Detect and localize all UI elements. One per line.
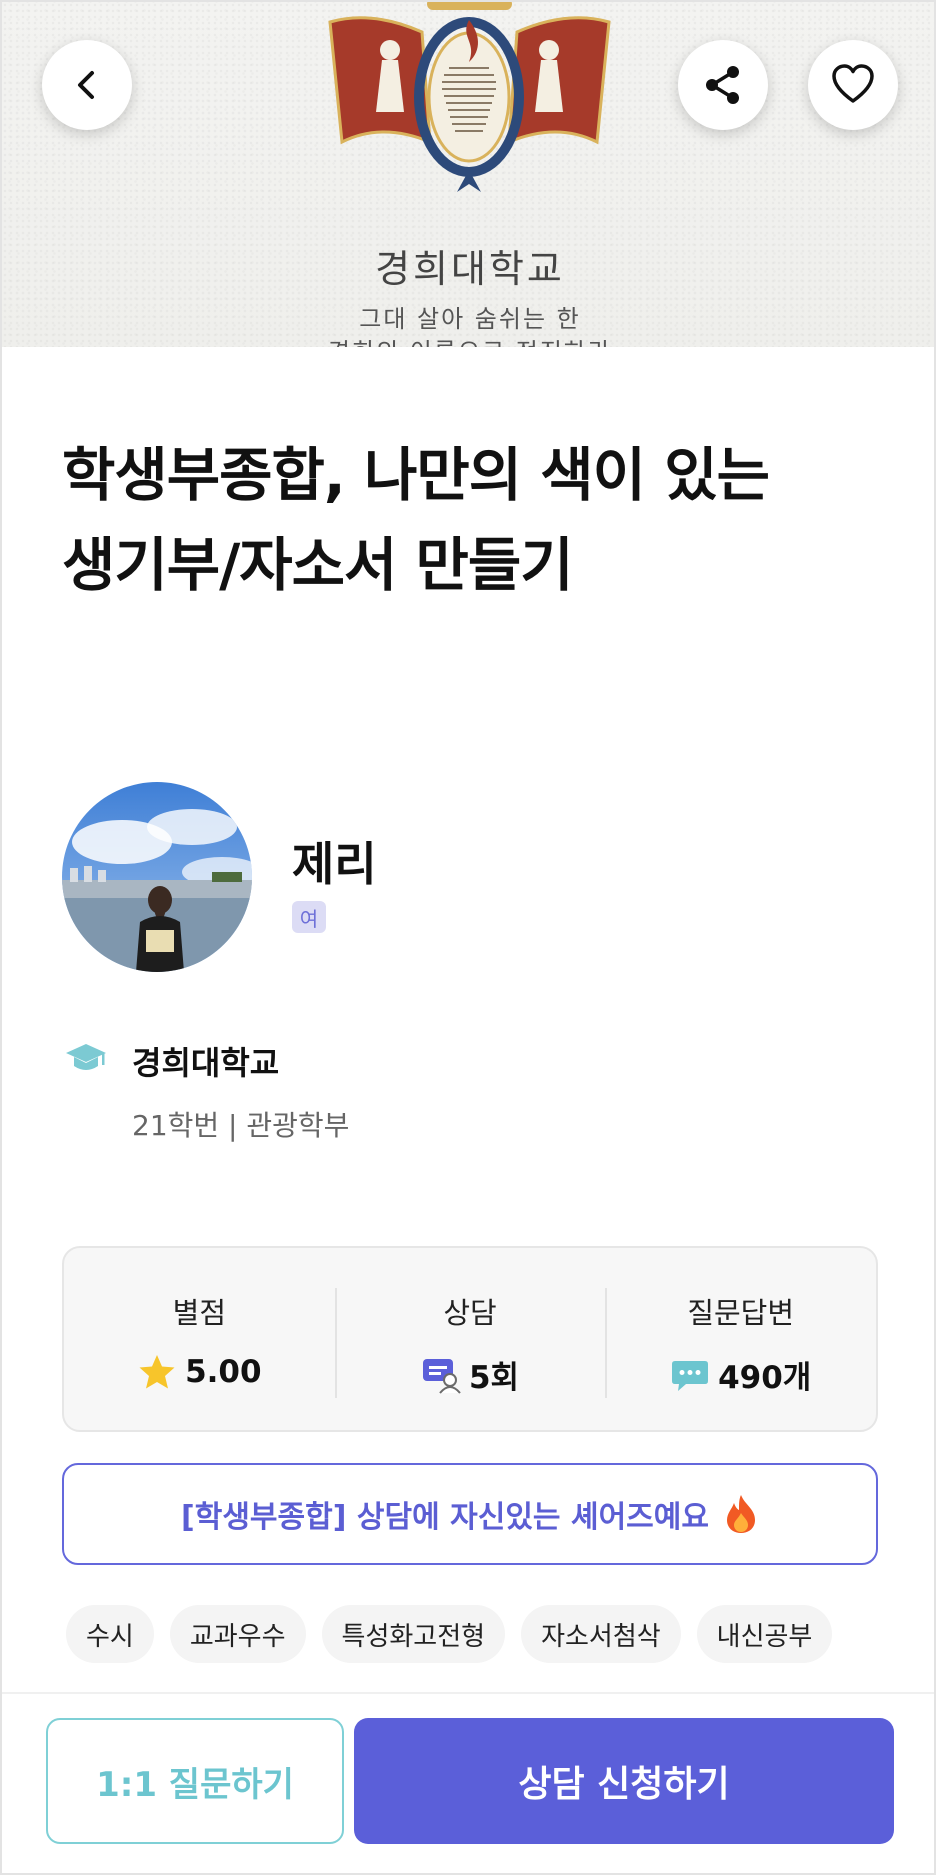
mentor-name: 제리 bbox=[292, 837, 377, 891]
tag-item[interactable]: 수시 bbox=[66, 1605, 154, 1663]
banner-university-title: 경희대학교 bbox=[375, 247, 565, 291]
tag-item[interactable]: 교과우수 bbox=[169, 1605, 306, 1663]
cover-image: 경희대학교 그대 살아 숨쉬는 한 경희의 이름으로 정진하라 bbox=[2, 2, 934, 347]
highlight-text: [학생부종합] 상담에 자신있는 셰어즈예요 bbox=[181, 1500, 709, 1535]
screen: 경희대학교 그대 살아 숨쉬는 한 경희의 이름으로 정진하라 학생부종합, 나… bbox=[0, 0, 936, 1875]
university-emblem bbox=[328, 2, 611, 192]
stat-consult: 상담 5회 bbox=[334, 1248, 606, 1430]
stat-rating-value: 5.00 bbox=[185, 1354, 262, 1390]
stats-panel: 별점 5.00 상담 5회 질문답변 490개 bbox=[62, 1246, 878, 1432]
back-button[interactable] bbox=[42, 40, 132, 130]
school-name: 경희대학교 bbox=[132, 1044, 280, 1082]
stat-rating-label: 별점 bbox=[172, 1296, 227, 1330]
bottom-action-bar: 1:1 질문하기 상담 신청하기 bbox=[2, 1692, 934, 1873]
avatar-photo bbox=[62, 782, 252, 972]
tag-item[interactable]: 내신공부 bbox=[696, 1605, 833, 1663]
stat-answers: 질문답변 490개 bbox=[605, 1248, 876, 1430]
fire-icon bbox=[726, 1495, 755, 1533]
mentor-avatar[interactable] bbox=[62, 782, 252, 972]
specialty-highlight: [학생부종합] 상담에 자신있는 셰어즈예요 bbox=[62, 1463, 878, 1565]
favorite-button[interactable] bbox=[808, 40, 898, 130]
tag-item[interactable]: 특성화고전형 bbox=[321, 1605, 506, 1663]
ask-question-button[interactable]: 1:1 질문하기 bbox=[46, 1718, 344, 1844]
banner-motto-line1: 그대 살아 숨쉬는 한 bbox=[359, 305, 581, 333]
title-line-2: 생기부/자소서 만들기 bbox=[62, 531, 574, 599]
share-icon bbox=[706, 66, 739, 104]
heart-outline-icon bbox=[832, 64, 874, 103]
school-detail: 21학번 | 관광학부 bbox=[132, 1109, 350, 1142]
stat-consult-label: 상담 bbox=[443, 1296, 497, 1330]
title-line-1: 학생부종합, 나만의 색이 있는 bbox=[62, 441, 770, 509]
consult-icon bbox=[422, 1358, 461, 1394]
graduation-cap-icon bbox=[66, 1044, 106, 1070]
stat-consult-value: 5회 bbox=[468, 1360, 520, 1396]
tag-list: 수시 교과우수 특성화고전형 자소서첨삭 내신공부 bbox=[66, 1605, 833, 1663]
gender-badge: 여 bbox=[292, 901, 326, 933]
apply-consult-button[interactable]: 상담 신청하기 bbox=[354, 1718, 894, 1844]
tag-item[interactable]: 자소서첨삭 bbox=[521, 1605, 681, 1663]
share-button[interactable] bbox=[678, 40, 768, 130]
chevron-left-icon bbox=[78, 71, 94, 99]
stat-answers-value: 490개 bbox=[718, 1360, 812, 1396]
stat-rating: 별점 5.00 bbox=[64, 1248, 335, 1430]
chat-bubble-icon bbox=[672, 1360, 709, 1391]
star-icon bbox=[139, 1355, 175, 1389]
page-title: 학생부종합, 나만의 색이 있는 생기부/자소서 만들기 bbox=[62, 430, 882, 610]
stat-answers-label: 질문답변 bbox=[687, 1296, 795, 1330]
banner-motto-line2: 경희의 이름으로 정진하라 bbox=[2, 332, 934, 347]
